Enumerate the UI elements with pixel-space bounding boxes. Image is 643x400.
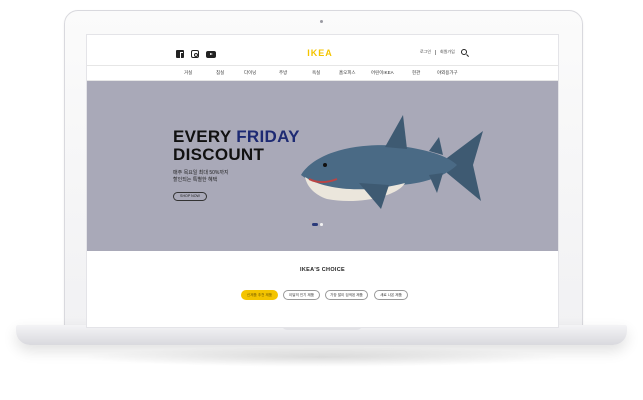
browser-screen: IKEA 로그인 회원가입 거실 침실 다이닝 주방 욕실 홈오피스 어린이IK… (86, 34, 559, 328)
user-links: 로그인 회원가입 (420, 49, 455, 55)
tab-popular[interactable]: 이달의 인기 제품 (283, 290, 320, 300)
carousel-dot[interactable] (320, 223, 323, 226)
nav-item-bath[interactable]: 욕실 (312, 70, 320, 76)
divider (435, 49, 437, 55)
carousel-dot-active[interactable] (312, 223, 318, 226)
nav-item-bedroom[interactable]: 침실 (216, 70, 224, 76)
nav-item-home-office[interactable]: 홈오피스 (339, 70, 356, 76)
hero-subtitle-line2: 할인되는 특별한 혜택 (173, 177, 218, 183)
shark-plush-image (301, 115, 483, 209)
carousel-indicator (312, 223, 323, 226)
social-links (176, 50, 216, 58)
site-header: IKEA 로그인 회원가입 (87, 35, 558, 65)
youtube-icon[interactable] (206, 51, 216, 58)
search-icon[interactable] (461, 49, 467, 55)
hero-banner: EVERY FRIDAY DISCOUNT 매주 목요일 최대 50%까지 할인… (87, 81, 558, 251)
camera-icon (320, 20, 323, 23)
signup-link[interactable]: 회원가입 (440, 49, 455, 55)
hero-title-line1: EVERY FRIDAY (173, 128, 300, 146)
login-link[interactable]: 로그인 (420, 49, 431, 55)
tab-new[interactable]: 새로 나온 제품 (374, 290, 408, 300)
nav-item-kitchen[interactable]: 주방 (279, 70, 287, 76)
tab-most-searched[interactable]: 가장 많이 검색된 제품 (325, 290, 368, 300)
nav-item-living[interactable]: 거실 (184, 70, 192, 76)
facebook-icon[interactable] (176, 50, 184, 58)
nav-item-dining[interactable]: 다이닝 (244, 70, 256, 76)
tab-recommended[interactable]: 신제품 추천 제품 (241, 290, 278, 300)
hero-title-prefix: EVERY (173, 127, 237, 146)
hero-title-line2: DISCOUNT (173, 145, 265, 164)
section-title: IKEA'S CHOICE (300, 267, 345, 273)
nav-item-outdoor[interactable]: 야외용가구 (437, 70, 458, 76)
nav-item-kids[interactable]: 어린이IKEA (371, 70, 394, 76)
main-nav: 거실 침실 다이닝 주방 욕실 홈오피스 어린이IKEA 현관 야외용가구 (87, 65, 558, 81)
hero-title-highlight: FRIDAY (236, 127, 300, 146)
ikea-logo[interactable]: IKEA (300, 48, 340, 58)
nav-item-entrance[interactable]: 현관 (412, 70, 420, 76)
shop-now-button[interactable]: SHOP NOW (173, 192, 207, 201)
hero-subtitle: 매주 목요일 최대 50%까지 할인되는 특별한 혜택 (173, 170, 229, 184)
laptop-shadow (80, 347, 563, 367)
hero-subtitle-line1: 매주 목요일 최대 50%까지 (173, 170, 229, 176)
instagram-icon[interactable] (191, 50, 199, 58)
